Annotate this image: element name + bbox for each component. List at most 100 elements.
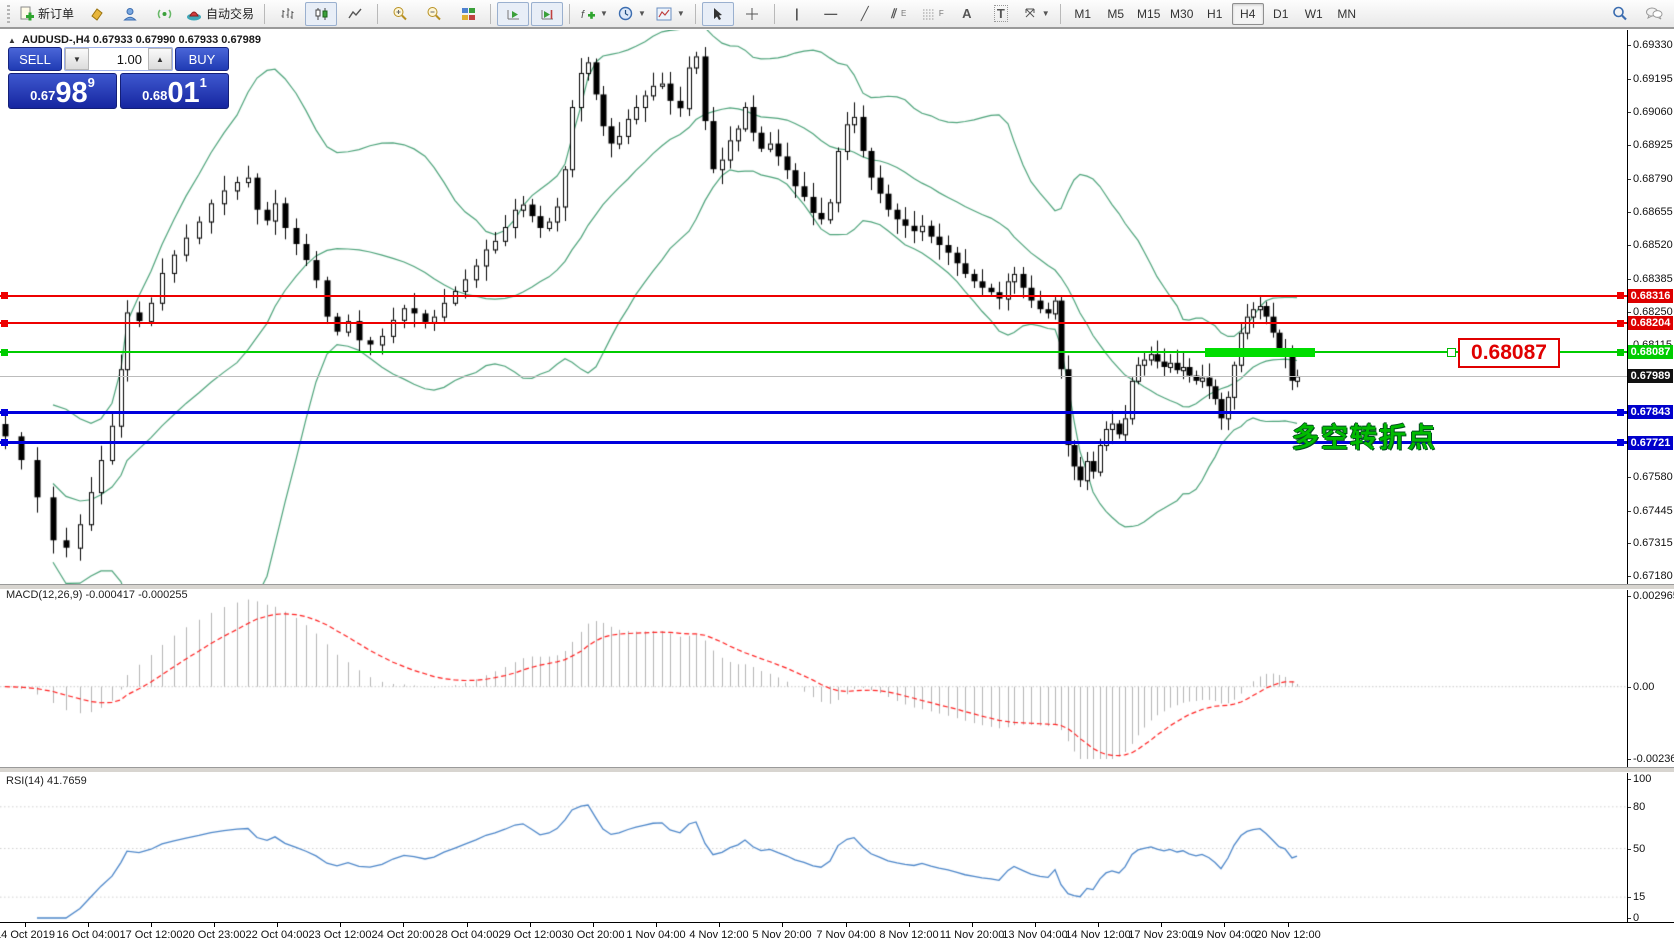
- text-tool[interactable]: A: [951, 2, 983, 26]
- macd-axis-label[interactable]: 0.00: [1633, 681, 1654, 693]
- new-order-button[interactable]: 新订单: [15, 2, 78, 26]
- time-axis-label[interactable]: 17 Nov 23:00: [1128, 929, 1193, 941]
- chat-button[interactable]: [1638, 2, 1670, 26]
- price-axis-tick-label[interactable]: 0.68925: [1633, 139, 1673, 151]
- price-axis-tick-label[interactable]: 0.67180: [1633, 570, 1673, 582]
- cursor-button[interactable]: [702, 2, 734, 26]
- crosshair-button[interactable]: [736, 2, 768, 26]
- line-chart-button[interactable]: [339, 2, 371, 26]
- sell-price-button[interactable]: 0.67 98 9: [8, 73, 117, 109]
- fibonacci-tool[interactable]: F: [917, 2, 949, 26]
- sell-button[interactable]: SELL: [8, 47, 62, 71]
- profile-button[interactable]: [114, 2, 146, 26]
- macd-axis-label[interactable]: -0.002363: [1633, 753, 1674, 765]
- timeframe-h1[interactable]: H1: [1199, 3, 1231, 25]
- search-button[interactable]: [1604, 2, 1636, 26]
- auto-trading-button[interactable]: 自动交易: [182, 2, 258, 26]
- time-axis-label[interactable]: 14 Nov 12:00: [1065, 929, 1130, 941]
- timeframe-m1[interactable]: M1: [1067, 3, 1099, 25]
- periods-button[interactable]: ▼: [614, 2, 650, 26]
- zoom-in-button[interactable]: [384, 2, 416, 26]
- volume-input[interactable]: 1.00: [89, 48, 148, 70]
- line-end-marker[interactable]: [1617, 409, 1624, 416]
- collapse-icon[interactable]: ▲: [8, 36, 16, 45]
- time-axis-label[interactable]: 20 Oct 23:00: [183, 929, 246, 941]
- time-axis-label[interactable]: 23 Oct 12:00: [309, 929, 372, 941]
- time-axis-label[interactable]: 7 Nov 04:00: [816, 929, 875, 941]
- macd-axis-label[interactable]: 0.002965: [1633, 590, 1674, 602]
- timeframe-mn[interactable]: MN: [1331, 3, 1363, 25]
- time-axis-label[interactable]: 29 Oct 12:00: [499, 929, 562, 941]
- time-axis-label[interactable]: 4 Nov 12:00: [689, 929, 748, 941]
- line-end-marker[interactable]: [1, 439, 8, 446]
- line-end-marker[interactable]: [1617, 349, 1624, 356]
- time-axis-label[interactable]: 11 Nov 20:00: [940, 929, 1005, 941]
- equidistant-channel-tool[interactable]: ⫽E: [883, 2, 915, 26]
- price-axis-tick-label[interactable]: 0.68655: [1633, 206, 1673, 218]
- horizontal-line-object[interactable]: [0, 411, 1627, 414]
- line-end-marker[interactable]: [1, 320, 8, 327]
- time-axis-label[interactable]: 14 Oct 2019: [0, 929, 55, 941]
- horizontal-line-object[interactable]: [0, 351, 1627, 353]
- chart-delete-button[interactable]: [80, 2, 112, 26]
- time-axis-label[interactable]: 17 Oct 12:00: [120, 929, 183, 941]
- trendline-tool[interactable]: ╱: [849, 2, 881, 26]
- time-axis-label[interactable]: 22 Oct 04:00: [246, 929, 309, 941]
- time-axis-label[interactable]: 19 Nov 04:00: [1191, 929, 1256, 941]
- timeframe-w1[interactable]: W1: [1298, 3, 1330, 25]
- price-axis-tick-label[interactable]: 0.67315: [1633, 537, 1673, 549]
- timeframe-m5[interactable]: M5: [1100, 3, 1132, 25]
- bar-chart-button[interactable]: [271, 2, 303, 26]
- price-axis-tick-label[interactable]: 0.69060: [1633, 106, 1673, 118]
- indicators-button[interactable]: f ▼: [576, 2, 612, 26]
- price-level-box[interactable]: 0.68087: [1458, 338, 1560, 368]
- time-axis-label[interactable]: 16 Oct 04:00: [57, 929, 120, 941]
- volume-decrease-button[interactable]: ▼: [65, 48, 89, 70]
- rsi-axis-label[interactable]: 15: [1633, 891, 1645, 903]
- signals-button[interactable]: [148, 2, 180, 26]
- timeframe-d1[interactable]: D1: [1265, 3, 1297, 25]
- turning-point-annotation[interactable]: 多空转折点: [1292, 416, 1437, 455]
- candlestick-chart-button[interactable]: [305, 2, 337, 26]
- line-end-marker[interactable]: [1, 349, 8, 356]
- zoom-out-button[interactable]: [418, 2, 450, 26]
- price-axis-tick-label[interactable]: 0.68385: [1633, 273, 1673, 285]
- tile-windows-button[interactable]: [452, 2, 484, 26]
- time-axis-label[interactable]: 13 Nov 04:00: [1002, 929, 1067, 941]
- buy-button[interactable]: BUY: [175, 47, 229, 71]
- rsi-axis-label[interactable]: 100: [1633, 773, 1651, 785]
- horizontal-line-object[interactable]: [0, 295, 1627, 297]
- price-axis-tick-label[interactable]: 0.68790: [1633, 173, 1673, 185]
- time-axis-label[interactable]: 24 Oct 20:00: [372, 929, 435, 941]
- label-tool[interactable]: T: [985, 2, 1017, 26]
- line-end-marker[interactable]: [1, 292, 8, 299]
- chart-shift-button[interactable]: [531, 2, 563, 26]
- rsi-pane-divider[interactable]: [0, 767, 1674, 773]
- price-axis-tick-label[interactable]: 0.69195: [1633, 73, 1673, 85]
- line-end-marker[interactable]: [1, 409, 8, 416]
- auto-scroll-button[interactable]: [497, 2, 529, 26]
- price-axis-tick-label[interactable]: 0.67445: [1633, 505, 1673, 517]
- price-axis-tick-label[interactable]: 0.67580: [1633, 471, 1673, 483]
- time-axis-label[interactable]: 8 Nov 12:00: [879, 929, 938, 941]
- price-axis-tick-label[interactable]: 0.68520: [1633, 239, 1673, 251]
- buy-price-button[interactable]: 0.68 01 1: [120, 73, 229, 109]
- line-end-marker[interactable]: [1617, 292, 1624, 299]
- templates-button[interactable]: ▼: [652, 2, 689, 26]
- line-end-marker[interactable]: [1617, 320, 1624, 327]
- horizontal-line-object[interactable]: [0, 376, 1627, 377]
- timeframe-h4[interactable]: H4: [1232, 3, 1264, 25]
- toolbar-grip[interactable]: [7, 5, 10, 23]
- rsi-axis-label[interactable]: 80: [1633, 801, 1645, 813]
- timeframe-m30[interactable]: M30: [1166, 3, 1198, 25]
- time-axis-label[interactable]: 5 Nov 20:00: [752, 929, 811, 941]
- support-highlight-segment[interactable]: [1205, 348, 1315, 357]
- time-axis-label[interactable]: 1 Nov 04:00: [626, 929, 685, 941]
- volume-increase-button[interactable]: ▲: [148, 48, 172, 70]
- line-anchor-marker[interactable]: [1447, 348, 1456, 357]
- arrows-tool[interactable]: ▼: [1019, 2, 1054, 26]
- macd-pane-divider[interactable]: [0, 584, 1674, 590]
- price-axis-tick-label[interactable]: 0.69330: [1633, 39, 1673, 51]
- timeframe-m15[interactable]: M15: [1133, 3, 1165, 25]
- horizontal-line-tool[interactable]: —: [815, 2, 847, 26]
